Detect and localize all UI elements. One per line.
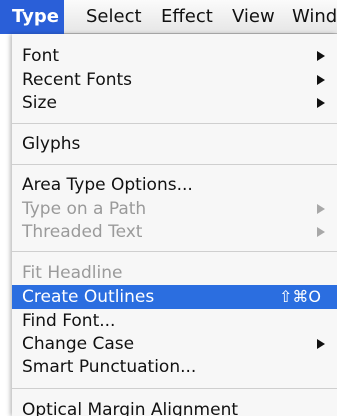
- menu-effect[interactable]: Effect: [161, 0, 213, 34]
- menu-item-glyphs[interactable]: Glyphs: [12, 132, 337, 156]
- menu-view[interactable]: View: [232, 0, 275, 34]
- menu-item-label: Recent Fonts: [22, 70, 133, 90]
- menu-item-label: Threaded Text: [22, 222, 143, 242]
- menu-bar: Type Select Effect View Wind: [0, 0, 337, 34]
- menu-separator: [12, 123, 337, 124]
- menu-item-area-type-options[interactable]: Area Type Options...: [12, 173, 337, 197]
- menu-item-label: Optical Margin Alignment: [22, 400, 239, 416]
- menu-item-label: Fit Headline: [22, 263, 123, 283]
- submenu-arrow-icon: [317, 339, 325, 349]
- menu-item-label: Type on a Path: [22, 199, 147, 219]
- menu-item-label: Size: [22, 93, 57, 113]
- menu-item-label: Smart Punctuation...: [22, 357, 197, 377]
- menu-item-label: Area Type Options...: [22, 175, 193, 195]
- menu-item-threaded-text: Threaded Text: [12, 220, 337, 244]
- menu-item-find-font[interactable]: Find Font...: [12, 309, 337, 333]
- menu-item-label: Create Outlines: [22, 287, 155, 307]
- menu-item-font[interactable]: Font: [12, 44, 337, 68]
- menu-item-change-case[interactable]: Change Case: [12, 332, 337, 356]
- menu-item-create-outlines[interactable]: Create Outlines ⇧⌘O: [12, 285, 337, 309]
- submenu-arrow-icon: [317, 51, 325, 61]
- menu-type[interactable]: Type: [0, 0, 64, 34]
- menu-item-label: Glyphs: [22, 134, 81, 154]
- menu-select[interactable]: Select: [86, 0, 142, 34]
- menu-item-size[interactable]: Size: [12, 91, 337, 115]
- menu-item-label: Font: [22, 46, 60, 66]
- menu-separator: [12, 251, 337, 252]
- submenu-arrow-icon: [317, 227, 325, 237]
- menu-separator: [12, 388, 337, 389]
- menu-item-label: Find Font...: [22, 311, 116, 331]
- menu-item-optical-margin-alignment[interactable]: Optical Margin Alignment: [12, 398, 337, 416]
- submenu-arrow-icon: [317, 98, 325, 108]
- menu-item-smart-punctuation[interactable]: Smart Punctuation...: [12, 355, 337, 379]
- menu-item-type-on-a-path: Type on a Path: [12, 197, 337, 221]
- menu-window[interactable]: Wind: [292, 0, 337, 34]
- submenu-arrow-icon: [317, 75, 325, 85]
- type-dropdown-menu: Font Recent Fonts Size Glyphs Area Type …: [12, 34, 337, 416]
- menu-separator: [12, 164, 337, 165]
- screen: Type Select Effect View Wind Font Recent…: [0, 0, 337, 416]
- menu-item-fit-headline: Fit Headline: [12, 261, 337, 285]
- shortcut-label: ⇧⌘O: [279, 287, 321, 306]
- menu-item-recent-fonts[interactable]: Recent Fonts: [12, 68, 337, 92]
- submenu-arrow-icon: [317, 204, 325, 214]
- menu-item-label: Change Case: [22, 334, 135, 354]
